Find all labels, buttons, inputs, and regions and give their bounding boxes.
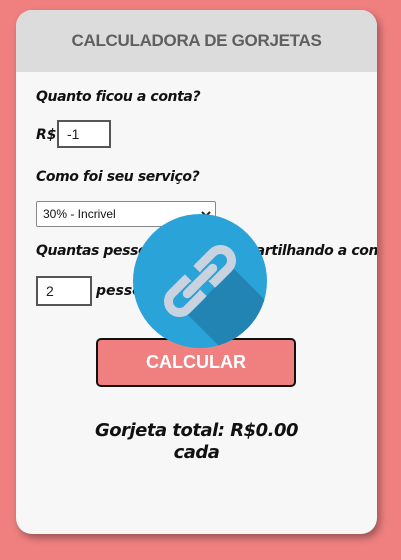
service-question-label: Como foi seu serviço? [36, 169, 200, 185]
bill-amount-input[interactable]: -1 [57, 120, 111, 148]
bill-question-label: Quanto ficou a conta? [36, 89, 201, 105]
card-header: CALCULADORA DE GORJETAS [16, 10, 377, 72]
page-title: CALCULADORA DE GORJETAS [71, 31, 322, 50]
link-icon[interactable] [132, 213, 268, 349]
service-selected-value: 30% - Incrivel [43, 207, 116, 221]
people-count-input[interactable]: 2 [36, 276, 92, 306]
tip-total-text: Gorjeta total: R$0.00 [94, 420, 299, 441]
currency-symbol: R$ [36, 127, 57, 143]
tip-result: Gorjeta total: R$0.00 cada [16, 420, 377, 464]
tip-each-text: cada [173, 442, 220, 463]
